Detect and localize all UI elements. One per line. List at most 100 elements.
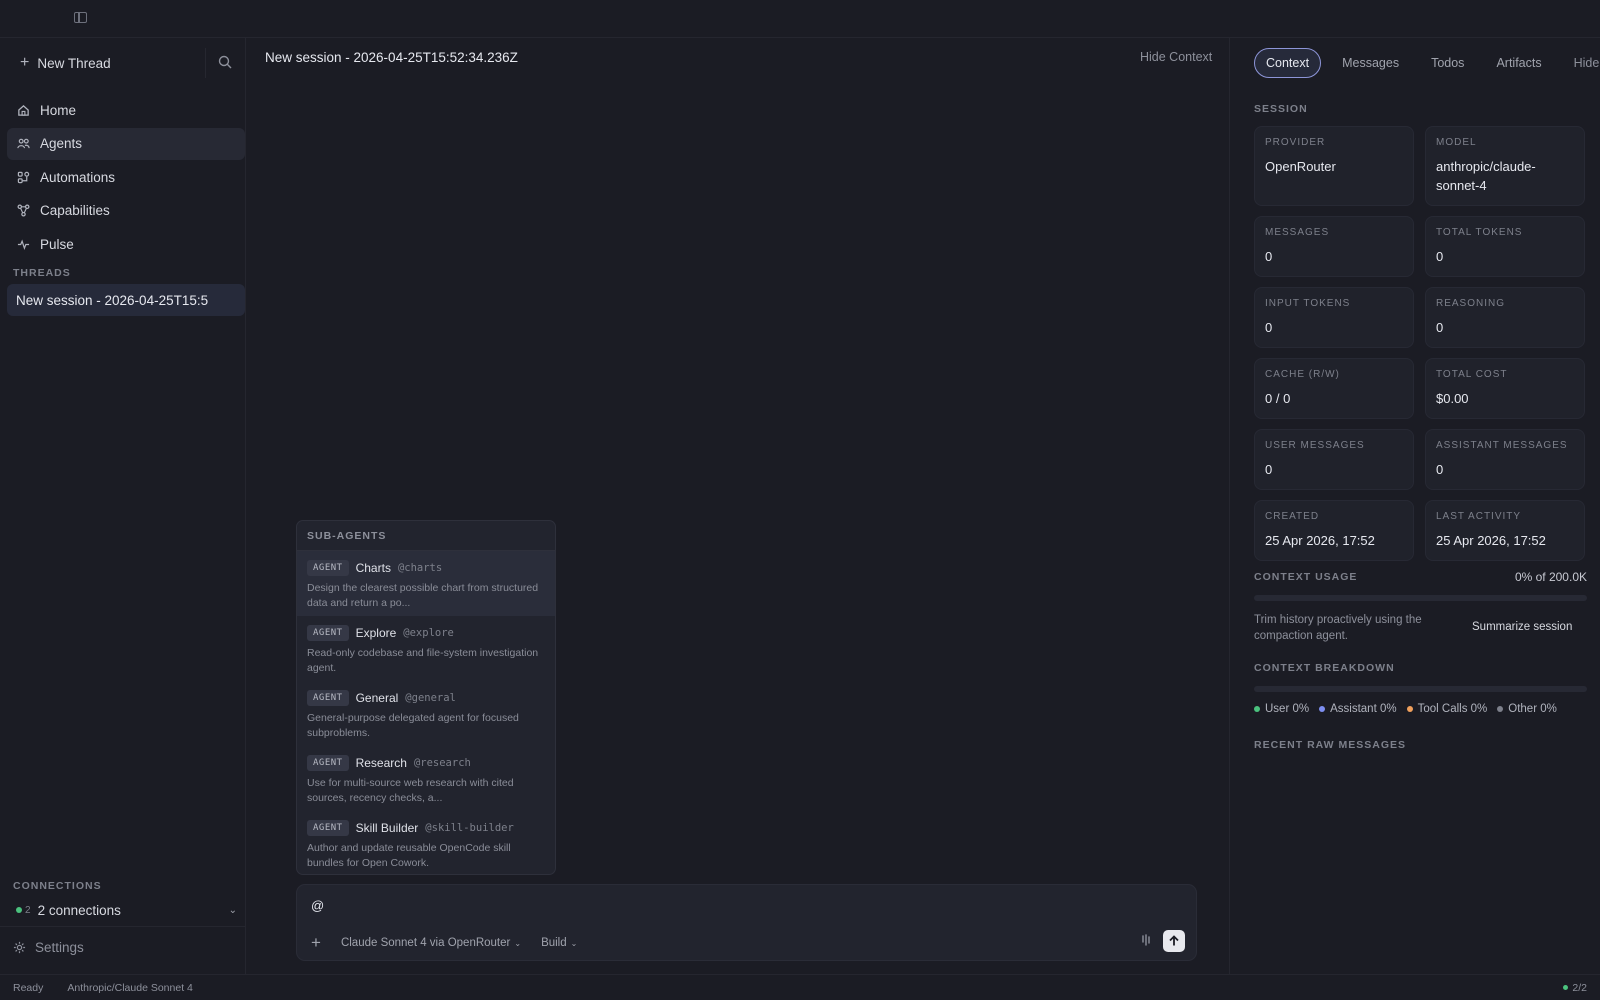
new-thread-button[interactable]: + New Thread [12, 48, 206, 78]
stat-card: ASSISTANT MESSAGES 0 [1425, 429, 1585, 490]
agent-description: Author and update reusable OpenCode skil… [307, 842, 511, 869]
legend-label: Tool Calls 0% [1417, 703, 1488, 715]
settings-button[interactable]: Settings [13, 940, 84, 955]
sidebar-item-agents[interactable]: Agents [7, 127, 245, 160]
summarize-session-button[interactable]: Summarize session [1462, 619, 1582, 635]
arrow-up-icon [1169, 935, 1179, 946]
tab-artifacts[interactable]: Artifacts [1485, 49, 1552, 77]
sub-agents-popup: SUB-AGENTS AGENT Charts @charts Design t… [296, 520, 556, 875]
agent-option-general[interactable]: AGENT General @general General-purpose d… [297, 681, 555, 746]
search-icon[interactable] [218, 55, 234, 71]
microphone-icon[interactable] [1139, 934, 1153, 948]
legend-label: Assistant 0% [1330, 703, 1397, 715]
stat-label: ASSISTANT MESSAGES [1436, 440, 1568, 451]
stat-label: PROVIDER [1265, 137, 1326, 148]
session-stats: PROVIDER OpenRouter MODEL anthropic/claude… [1254, 126, 1587, 561]
connections-selector[interactable]: 2 2 connections ⌄ [13, 900, 237, 920]
stat-value: 0 [1436, 249, 1444, 264]
agent-handle: @explore [403, 627, 454, 639]
message-input[interactable] [311, 898, 1111, 913]
model-selector[interactable]: Claude Sonnet 4 via OpenRouter ⌄ [341, 937, 521, 949]
sidebar-item-label: Automations [40, 169, 116, 185]
stat-card: MESSAGES 0 [1254, 216, 1414, 277]
sidebar-item-label: Capabilities [40, 203, 110, 218]
agent-name: Explore [355, 626, 397, 640]
add-attachment-icon[interactable]: + [311, 933, 321, 953]
legend-item: Assistant 0% [1319, 703, 1397, 715]
agent-description: General-purpose delegated agent for focu… [307, 712, 519, 739]
sidebar-item-home[interactable]: Home [7, 94, 245, 126]
agent-description: Read-only codebase and file-system inves… [307, 647, 539, 674]
model-selector-label: Claude Sonnet 4 via OpenRouter [340, 937, 511, 949]
top-bar [0, 0, 1600, 38]
stat-label: CACHE (R/W) [1265, 369, 1340, 380]
agent-name: Skill Builder [355, 821, 419, 835]
trim-hint: Trim history proactively using the compa… [1254, 614, 1422, 642]
legend-label: User 0% [1265, 703, 1310, 715]
sidebar-item-label: Agents [40, 136, 83, 151]
status-text: Ready [13, 981, 44, 994]
sidebar-item-capabilities[interactable]: Capabilities [7, 195, 245, 227]
agent-option-research[interactable]: AGENT Research @research Use for multi-s… [297, 746, 555, 811]
legend-dot [1319, 706, 1326, 712]
legend-label: Other 0% [1508, 703, 1557, 715]
stat-label: TOTAL TOKENS [1436, 227, 1523, 238]
agent-handle: @skill-builder [425, 822, 514, 834]
stat-value: 25 Apr 2026, 17:52 [1265, 533, 1375, 548]
settings-label: Settings [35, 940, 84, 955]
tab-context[interactable]: Context [1254, 48, 1322, 78]
divider [0, 926, 246, 927]
context-usage-row: CONTEXT USAGE 0% of 200.0K [1254, 570, 1587, 584]
sidebar-toggle-icon[interactable] [74, 12, 87, 23]
hide-context-button[interactable]: Hide Context [1140, 50, 1212, 64]
agents-icon [17, 138, 30, 149]
chevron-down-icon: ⌄ [228, 904, 237, 916]
stat-label: TOTAL COST [1436, 369, 1508, 380]
agent-option-explore[interactable]: AGENT Explore @explore Read-only codebas… [297, 616, 555, 681]
agent-option-skill-builder[interactable]: AGENT Skill Builder @skill-builder Autho… [297, 811, 555, 874]
agent-handle: @charts [397, 562, 443, 574]
new-thread-label: New Thread [37, 55, 111, 71]
stat-label: LAST ACTIVITY [1436, 511, 1522, 522]
legend-dot [1497, 706, 1504, 712]
message-composer: + Claude Sonnet 4 via OpenRouter⌄ Build⌄ [296, 884, 1197, 961]
stat-value: $0.00 [1436, 391, 1469, 406]
send-button[interactable] [1163, 930, 1185, 952]
status-dot [1563, 985, 1569, 990]
stat-value: 0 / 0 [1265, 391, 1291, 406]
plus-icon: + [20, 54, 30, 71]
agent-description: Design the clearest possible chart from … [307, 582, 539, 609]
stat-card: MODEL anthropic/claude-sonnet-4 [1425, 126, 1585, 206]
stat-card: TOTAL COST $0.00 [1425, 358, 1585, 419]
popup-heading: SUB-AGENTS [297, 521, 555, 551]
agent-handle: @research [413, 757, 471, 769]
status-model: Anthropic/Claude Sonnet 4 [67, 981, 193, 994]
mode-selector[interactable]: Build ⌄ [541, 937, 577, 949]
stat-card: PROVIDER OpenRouter [1254, 126, 1414, 206]
agent-description: Use for multi-source web research with c… [307, 777, 514, 804]
context-tabs: Context Messages Todos Artifacts Hide [1254, 48, 1599, 78]
status-dot [16, 907, 22, 913]
tab-messages[interactable]: Messages [1331, 49, 1410, 77]
sidebar-item-pulse[interactable]: Pulse [7, 228, 245, 260]
sidebar-item-label: Home [40, 102, 77, 118]
stat-value: anthropic/claude-sonnet-4 [1436, 159, 1536, 193]
agent-badge: AGENT [307, 820, 349, 836]
stat-value: 0 [1265, 249, 1273, 264]
stat-label: MODEL [1436, 137, 1477, 148]
thread-item[interactable]: New session - 2026-04-25T15:5 [7, 284, 245, 316]
divider [1229, 38, 1230, 974]
hide-panel-button[interactable]: Hide [1563, 49, 1600, 77]
stat-value: 0 [1436, 462, 1444, 477]
stat-card: LAST ACTIVITY 25 Apr 2026, 17:52 [1425, 500, 1585, 561]
agent-option-charts[interactable]: AGENT Charts @charts Design the clearest… [297, 551, 555, 616]
stat-label: MESSAGES [1265, 227, 1330, 238]
home-icon [18, 104, 29, 116]
stat-card: CREATED 25 Apr 2026, 17:52 [1254, 500, 1414, 561]
tab-todos[interactable]: Todos [1420, 49, 1475, 77]
context-usage-value: 0% of 200.0K [1514, 570, 1587, 584]
page-title: New session - 2026-04-25T15:52:34.236Z [265, 50, 518, 65]
sidebar-item-automations[interactable]: Automations [7, 161, 245, 193]
chevron-down-icon: ⌄ [570, 939, 578, 948]
legend-item: Other 0% [1497, 703, 1557, 715]
